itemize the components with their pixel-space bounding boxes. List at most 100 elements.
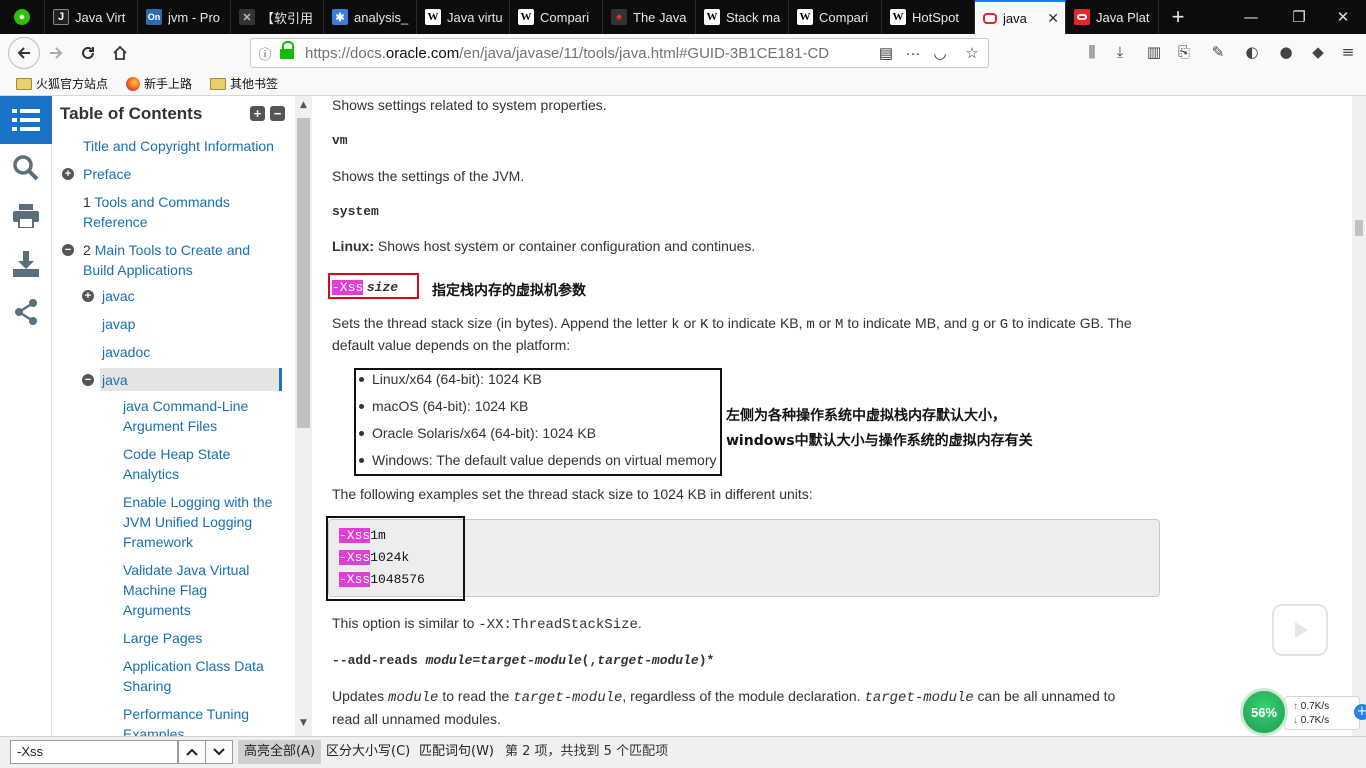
- text: to indicate MB, and: [843, 315, 972, 331]
- highlight-all-toggle[interactable]: 高亮全部(A): [238, 740, 322, 764]
- tab-title: Compari: [819, 9, 869, 25]
- toc-scrollbar[interactable]: ▲ ▼: [295, 96, 312, 736]
- find-bar: -Xss 高亮全部(A) 区分大小写(C) 匹配词句(W) 第 2 项，共找到 …: [0, 736, 1366, 768]
- toc-item[interactable]: java Command-Line Argument Files: [123, 396, 248, 436]
- toc-item[interactable]: Validate Java Virtual Machine Flag Argumen…: [123, 560, 249, 620]
- new-tab-button[interactable]: +: [1159, 0, 1195, 34]
- page-scroll-thumb[interactable]: [1355, 220, 1363, 236]
- extension-icon-3[interactable]: ●: [1274, 43, 1298, 65]
- tab[interactable]: J Java Virt: [45, 0, 138, 34]
- find-next-button[interactable]: [205, 740, 233, 764]
- whole-words-toggle[interactable]: 匹配词句(W): [413, 740, 500, 764]
- cat-icon: ✕: [239, 9, 255, 25]
- library-icon[interactable]: ⫼: [1080, 43, 1104, 65]
- bookmark-item[interactable]: 火狐官方站点: [16, 75, 108, 92]
- extension-icon[interactable]: ✎: [1206, 43, 1230, 65]
- page-scrollbar[interactable]: [1352, 96, 1366, 736]
- toc-item-number: 2: [83, 242, 91, 258]
- back-button[interactable]: [8, 37, 40, 69]
- text: or: [979, 315, 1000, 331]
- toc-item[interactable]: Preface: [83, 164, 131, 184]
- tab[interactable]: On jvm - Pro: [138, 0, 231, 34]
- tab[interactable]: W Java virtu: [417, 0, 510, 34]
- extension-icon-2[interactable]: ◐: [1240, 43, 1264, 65]
- close-window-icon[interactable]: ✕: [1320, 0, 1366, 34]
- code-arg: module: [425, 653, 473, 668]
- download-icon[interactable]: ⤓: [1108, 43, 1132, 65]
- minimize-icon[interactable]: —: [1228, 0, 1274, 34]
- screenshot-icon[interactable]: ⎘: [1172, 43, 1196, 65]
- info-icon[interactable]: ⓘ: [251, 44, 279, 63]
- close-tab-icon[interactable]: ✕: [1047, 10, 1059, 27]
- reader-view-icon[interactable]: ▤: [870, 44, 902, 62]
- scroll-up-icon[interactable]: ▲: [295, 98, 312, 112]
- collapse-icon[interactable]: −: [62, 244, 74, 256]
- tab[interactable]: Java Plat: [1066, 0, 1159, 34]
- share-button[interactable]: [0, 288, 52, 336]
- expand-all-icon[interactable]: +: [250, 106, 265, 121]
- home-button[interactable]: [104, 37, 136, 69]
- bookmarks-toolbar: 火狐官方站点 新手上路 其他书签: [0, 72, 1366, 96]
- tab-active[interactable]: java ✕: [975, 0, 1066, 34]
- download-pdf-button[interactable]: [0, 240, 52, 288]
- match-case-toggle[interactable]: 区分大小写(C): [320, 740, 416, 764]
- expand-icon[interactable]: +: [82, 290, 94, 302]
- toc-item[interactable]: Large Pages: [123, 628, 202, 648]
- forward-button[interactable]: [40, 37, 72, 69]
- toc-item-selected[interactable]: java: [102, 370, 128, 390]
- toc-item[interactable]: Code Heap State Analytics: [123, 444, 230, 484]
- find-input[interactable]: -Xss: [10, 740, 178, 764]
- tab[interactable]: ✕ 【软引用: [231, 0, 324, 34]
- network-monitor-widget[interactable]: ↑ 0.7K/s ↓ 0.7K/s 56% +: [1240, 688, 1366, 736]
- restore-icon[interactable]: ❐: [1276, 0, 1322, 34]
- url-bar[interactable]: ⓘ https://docs.oracle.com/en/java/javase…: [250, 38, 989, 68]
- toc-header: Table of Contents: [60, 104, 203, 123]
- paragraph: Linux: Shows host system or container co…: [332, 235, 755, 257]
- pocket-icon[interactable]: ◡: [924, 44, 956, 62]
- toc-item[interactable]: Application Class Data Sharing: [123, 656, 264, 696]
- toc-item[interactable]: javadoc: [102, 342, 150, 362]
- search-button[interactable]: [0, 144, 52, 192]
- bookmark-star-icon[interactable]: ☆: [956, 44, 988, 62]
- toc-item[interactable]: Performance Tuning Examples: [123, 704, 249, 736]
- menu-icon[interactable]: ≡: [1336, 43, 1360, 65]
- paragraph: Shows settings related to system propert…: [332, 97, 607, 113]
- toc-scroll-thumb[interactable]: [297, 118, 310, 428]
- find-previous-button[interactable]: [178, 740, 206, 764]
- scroll-down-icon[interactable]: ▼: [295, 716, 312, 730]
- toc-item[interactable]: Title and Copyright Information: [83, 136, 274, 156]
- sidebar-icon[interactable]: ▥: [1142, 43, 1166, 65]
- collapse-icon[interactable]: −: [82, 374, 94, 386]
- bookmark-item[interactable]: 其他书签: [210, 75, 278, 92]
- extension-icon-4[interactable]: ◆: [1306, 43, 1330, 65]
- toc-button[interactable]: [0, 96, 52, 144]
- toc-item[interactable]: javap: [102, 314, 135, 334]
- tab[interactable]: W Compari: [789, 0, 882, 34]
- tab-title: HotSpot: [912, 9, 959, 25]
- bookmark-item[interactable]: 新手上路: [126, 75, 192, 92]
- memory-percent[interactable]: 56%: [1240, 688, 1288, 736]
- tab[interactable]: W HotSpot: [882, 0, 975, 34]
- toc-item[interactable]: javac: [102, 286, 135, 306]
- code: G: [999, 317, 1009, 333]
- expand-icon[interactable]: +: [62, 168, 74, 180]
- toc-item[interactable]: Enable Logging with the JVM Unified Loggi…: [123, 492, 272, 552]
- url-text[interactable]: https://docs.oracle.com/en/java/javase/1…: [305, 45, 870, 62]
- toc-item[interactable]: 2 Main Tools to Create and Build Applicat…: [83, 240, 250, 280]
- toc-item[interactable]: 1 Tools and Commands Reference: [83, 192, 230, 232]
- tab[interactable]: W Stack ma: [696, 0, 789, 34]
- collapse-all-icon[interactable]: −: [270, 106, 285, 121]
- tab-wechat[interactable]: ●: [0, 0, 45, 34]
- tab[interactable]: ♠ The Java: [603, 0, 696, 34]
- tab[interactable]: ✱ analysis_: [324, 0, 417, 34]
- more-actions-icon[interactable]: ···: [902, 45, 924, 62]
- table-of-contents: Table of Contents + − Title and Copyrigh…: [52, 96, 295, 736]
- plus-icon[interactable]: +: [1354, 704, 1366, 720]
- tab[interactable]: W Compari: [510, 0, 603, 34]
- video-play-button[interactable]: [1272, 604, 1328, 656]
- list-item: Linux/x64 (64-bit): 1024 KB: [359, 371, 542, 387]
- reload-button[interactable]: [72, 37, 104, 69]
- print-button[interactable]: [0, 192, 52, 240]
- tab-title: The Java: [633, 9, 687, 25]
- folder-icon: [16, 77, 32, 90]
